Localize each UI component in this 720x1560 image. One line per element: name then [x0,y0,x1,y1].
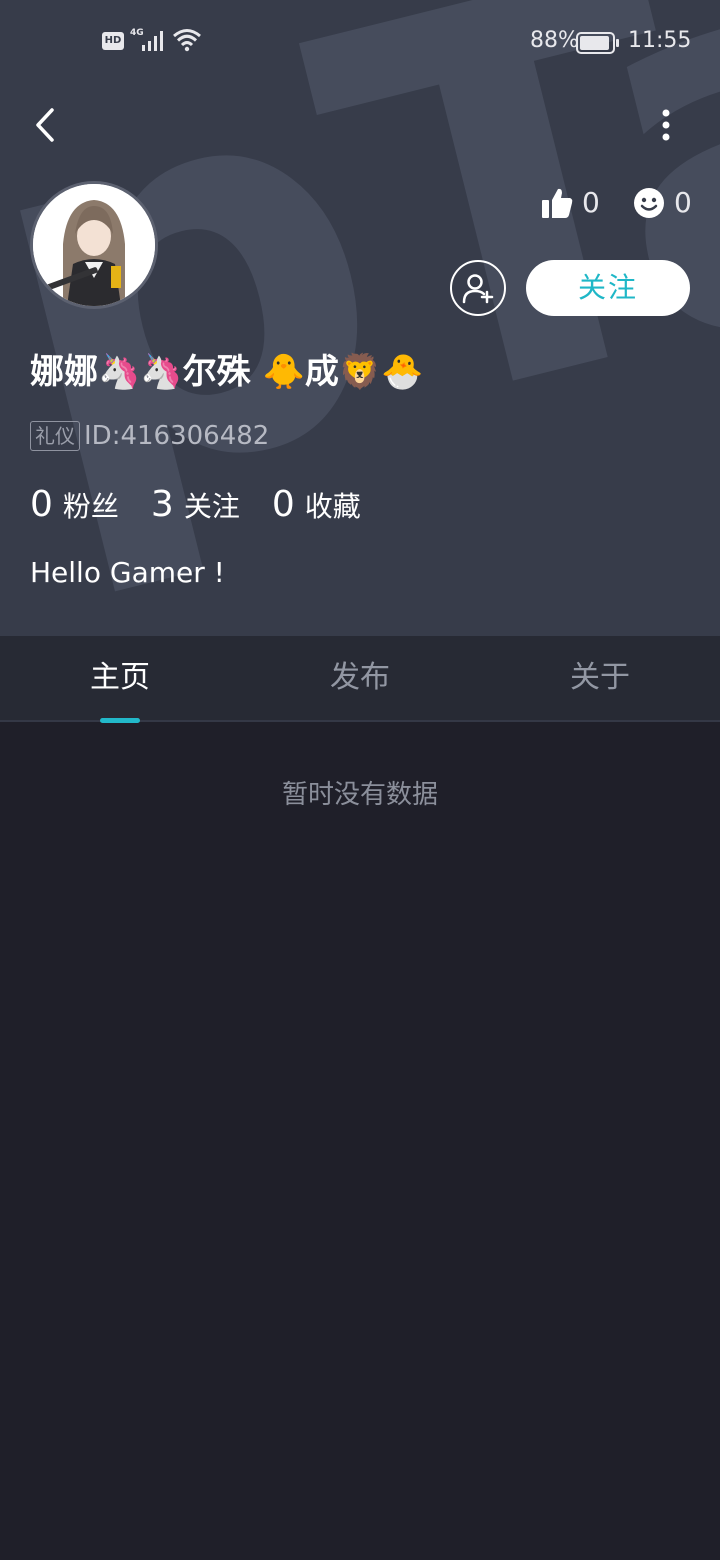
empty-state-message: 暂时没有数据 [281,780,438,810]
smile-icon[interactable] [632,186,666,220]
add-user-icon [462,274,494,304]
stat-fans[interactable]: 0 粉丝 [30,484,119,525]
stat-value: 0 [30,484,53,525]
profile-header: pTa HD 4G 88% 11:55 0 0 关注 娜娜🦄🦄尔殊 🐥成🦁🐣 礼… [0,0,720,636]
add-friend-button[interactable] [450,260,506,316]
id-row: 礼仪 ID:416306482 [30,420,269,452]
avatar-image [33,184,155,306]
follow-button[interactable]: 关注 [526,260,690,316]
role-badge: 礼仪 [30,421,80,451]
back-button[interactable] [28,104,62,146]
stat-following[interactable]: 3 关注 [151,484,240,525]
user-name: 娜娜🦄🦄尔殊 🐥成🦁🐣 [30,352,424,392]
status-bar: HD 4G 88% 11:55 [0,22,720,62]
thumbs-up-icon[interactable] [540,186,574,220]
stats-row: 0 粉丝 3 关注 0 收藏 [30,484,393,525]
likes-count: 0 [582,186,600,219]
tab-bar: 主页 发布 关于 [0,636,720,722]
battery-percent: 88% [530,28,579,53]
avatar[interactable] [30,181,158,309]
stat-label: 收藏 [304,490,361,523]
stat-label: 关注 [183,490,240,523]
wifi-icon [173,29,201,52]
active-tab-indicator [100,718,140,723]
reactions-count: 0 [674,186,692,219]
stat-value: 3 [150,484,174,525]
bio-text: Hello Gamer ! [30,556,225,589]
more-vertical-icon [662,109,670,141]
tab-home[interactable]: 主页 [0,636,240,722]
chevron-left-icon [36,108,54,142]
hd-badge: HD [102,32,124,50]
clock: 11:55 [628,28,692,53]
stat-label: 粉丝 [62,490,119,523]
tab-about[interactable]: 关于 [480,636,720,722]
profile-screen: pTa HD 4G 88% 11:55 0 0 关注 娜娜🦄🦄尔殊 🐥成🦁🐣 礼… [0,0,720,1560]
battery-icon [576,32,619,54]
user-id: ID:416306482 [84,421,270,451]
tab-posts[interactable]: 发布 [240,636,480,722]
more-options-button[interactable] [652,104,680,146]
stat-value: 0 [271,484,295,525]
stat-favorites[interactable]: 0 收藏 [272,484,361,525]
signal-icon [142,31,163,51]
